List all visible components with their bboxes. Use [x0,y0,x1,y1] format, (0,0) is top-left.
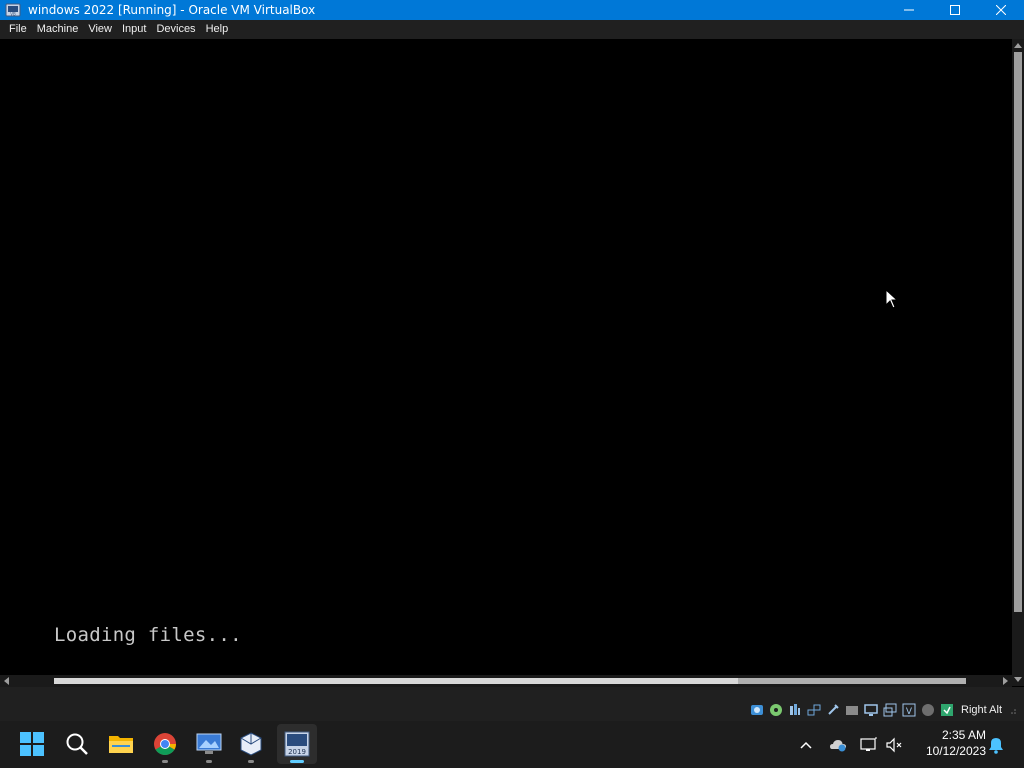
scroll-right-arrow-icon[interactable] [1000,675,1012,687]
menu-help[interactable]: Help [201,20,234,39]
resize-grip-icon[interactable] [1008,706,1016,714]
folder-icon [109,736,133,753]
mouse-integration-icon[interactable] [920,702,936,718]
close-button[interactable] [978,0,1024,20]
clock-time: 2:35 AM [941,728,986,742]
host-key-label: Right Alt [961,704,1002,716]
menu-input[interactable]: Input [117,20,151,39]
clock-date: 10/12/2023 [925,744,986,758]
maximize-button[interactable] [932,0,978,20]
vertical-scroll-thumb[interactable] [1014,52,1022,612]
keyboard-icon[interactable] [939,702,955,718]
window-title-bar[interactable]: VB windows 2022 [Running] - Oracle VM Vi… [0,0,1024,20]
hard-disk-icon[interactable] [749,702,765,718]
start-button[interactable] [12,724,52,764]
network-icon[interactable] [859,721,879,768]
scroll-down-arrow-icon[interactable] [1012,674,1024,686]
menu-machine[interactable]: Machine [32,20,84,39]
menu-devices[interactable]: Devices [151,20,200,39]
notifications-bell-icon[interactable] [986,721,1006,768]
horizontal-scrollbar[interactable] [0,675,1012,687]
scroll-up-arrow-icon[interactable] [1012,39,1024,51]
windows-logo-icon [20,732,44,756]
close-icon [996,5,1006,15]
audio-icon[interactable] [787,702,803,718]
optical-drive-icon[interactable] [768,702,784,718]
menu-view[interactable]: View [83,20,117,39]
virtualization-icon[interactable]: V [901,702,917,718]
virtualbox-app-icon[interactable]: VB [5,3,21,17]
chrome-app[interactable] [145,724,185,764]
search-icon [66,733,88,755]
separator-strip [0,687,1024,699]
mouse-pointer-icon [885,289,899,309]
volume-muted-icon[interactable] [884,721,904,768]
display-icon[interactable] [863,702,879,718]
remote-desktop-icon [196,733,222,754]
chrome-icon [154,733,176,755]
usb-icon[interactable] [825,702,841,718]
video-capture-icon[interactable] [882,702,898,718]
scroll-left-arrow-icon[interactable] [0,675,12,687]
file-explorer-app[interactable] [101,724,141,764]
network-icon[interactable] [806,702,822,718]
svg-text:VB: VB [10,12,16,17]
svg-text:2019: 2019 [288,748,306,756]
maximize-icon [950,5,960,15]
search-button[interactable] [57,724,97,764]
virtualbox-manager-app[interactable] [231,724,271,764]
onedrive-icon[interactable] [828,721,848,768]
vm-2019-icon: 2019 [284,731,310,757]
windows-taskbar: 2019 2:35 AM 10/12/2023 [0,721,1024,768]
menu-file[interactable]: File [4,20,32,39]
remote-desktop-app[interactable] [189,724,229,764]
virtualbox-icon [240,732,262,756]
vertical-scrollbar[interactable] [1012,39,1024,686]
console-text: Loading files... [54,624,242,646]
vm-status-bar: V Right Alt [0,699,1024,721]
minimize-button[interactable] [886,0,932,20]
show-hidden-icons-chevron[interactable] [796,721,816,768]
svg-text:V: V [906,707,913,717]
shared-folders-icon[interactable] [844,702,860,718]
taskbar-clock[interactable]: 2:35 AM 10/12/2023 [914,727,986,759]
horizontal-scroll-thumb[interactable] [54,678,966,684]
virtualbox-vm-app[interactable]: 2019 [277,724,317,764]
minimize-icon [904,9,914,11]
menu-bar: File Machine View Input Devices Help [0,20,1024,39]
vm-guest-display[interactable]: Loading files... [0,39,1012,686]
window-title: windows 2022 [Running] - Oracle VM Virtu… [28,3,316,17]
